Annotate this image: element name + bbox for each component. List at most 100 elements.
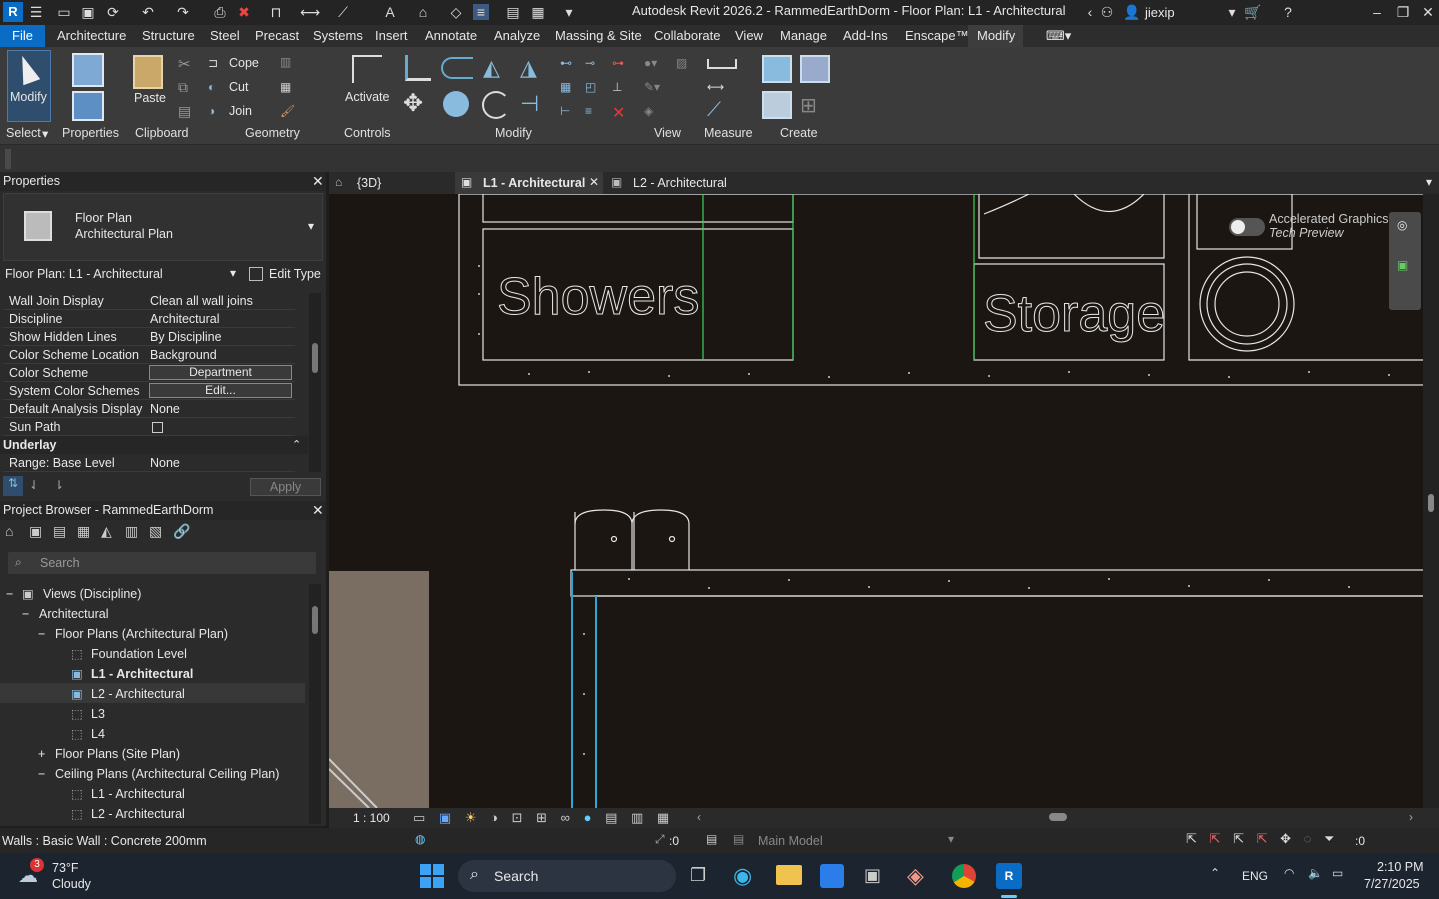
select-chevron-icon[interactable]: ▾ [42,126,48,141]
paint-icon[interactable]: 🖌 [280,104,295,118]
view-tab-3d[interactable]: ⌂ {3D} [329,172,454,194]
tree-node-ceiling-l1[interactable]: L1 - Architectural [91,787,185,801]
groups-icon[interactable]: ▥ [125,523,138,540]
tree-node-foundation[interactable]: Foundation Level [91,647,187,661]
rotate-icon[interactable] [482,91,510,119]
apply-button[interactable]: Apply [250,478,321,496]
close-windows-icon[interactable]: ▤ [505,4,521,20]
taskbar-search[interactable]: ⌕ Search [458,860,676,892]
shadows-icon[interactable]: ◑ [490,810,498,825]
tab-view[interactable]: View [735,28,763,43]
tab-precast[interactable]: Precast [255,28,299,43]
view-tab-l1-active[interactable]: ▣ L1 - Architectural ✕ [455,172,603,194]
language-indicator[interactable]: ENG [1242,869,1268,883]
properties-icon-2[interactable] [72,91,104,121]
properties-close-icon[interactable]: ✕ [312,173,324,190]
trim-icon[interactable]: ⊣ [520,91,539,117]
tree-node-floor-plans[interactable]: Floor Plans (Architectural Plan) [55,627,228,641]
background-process-icon[interactable]: ◌ [1304,831,1312,846]
switch-windows-icon[interactable]: ▦ [530,4,546,20]
browser-scrollbar[interactable] [309,584,321,824]
detail-level-icon[interactable]: ▭ [413,810,425,825]
tree-node-l3[interactable]: L3 [91,707,105,721]
sheets-icon[interactable]: ▤ [53,523,66,540]
measure-tool-icon[interactable] [707,59,737,69]
prop-value[interactable]: By Discipline [150,330,222,344]
schedules-icon[interactable]: ▦ [77,523,90,540]
copilot-icon[interactable]: ◈ [907,863,924,889]
edit-type-button[interactable]: Edit Type [269,267,321,281]
properties-scrollbar[interactable] [309,293,321,472]
system-color-edit-button[interactable]: Edit... [149,383,292,398]
chevron-down-icon[interactable]: ▾ [1224,4,1240,20]
tab-analyze[interactable]: Analyze [494,28,540,43]
tab-manage[interactable]: Manage [780,28,827,43]
prop-value[interactable]: Background [150,348,217,362]
sync-icon[interactable]: ⟳ [105,4,121,20]
user-name[interactable]: jiexip [1145,5,1175,20]
zoom-icon[interactable]: ▣ [1397,258,1408,272]
tab-close-icon[interactable]: ✕ [589,175,599,189]
text-icon[interactable]: A [382,4,398,20]
paste-label[interactable]: Paste [134,91,166,105]
filter-icon[interactable]: ⏷ [1324,831,1334,846]
worksharing-icon[interactable]: ▤ [605,810,617,825]
tab-structure[interactable]: Structure [142,28,195,43]
paste-icon[interactable] [133,55,163,89]
tab-massing-site[interactable]: Massing & Site [555,28,642,43]
tag-icon[interactable]: ⟋ [335,4,351,20]
default-3d-icon[interactable]: ⌂ [415,4,431,20]
crop-region-icon[interactable]: ⊞ [536,810,547,825]
activate-label[interactable]: Activate [345,90,389,104]
customize-qat-icon[interactable]: ▾ [561,4,577,20]
file-explorer-icon[interactable] [776,865,802,885]
help-icon[interactable]: ? [1280,4,1296,20]
model-selector[interactable]: Main Model [758,834,823,848]
tab-collaborate[interactable]: Collaborate [654,28,721,43]
select-underlay-icon[interactable]: ⇱ [1210,831,1221,846]
delete-icon[interactable]: ✕ [612,103,625,123]
tree-node-l1-active[interactable]: L1 - Architectural [91,667,193,681]
home-icon[interactable]: ⌂ [5,523,13,539]
design-options-icon[interactable]: ▤ [706,832,717,846]
h-scroll-thumb[interactable] [1049,813,1067,821]
section-icon[interactable]: ◇ [448,4,464,20]
trim-single-icon[interactable]: ⊢ [560,104,570,118]
type-selector[interactable]: Floor Plan Architectural Plan ▾ [3,193,323,261]
minimize-icon[interactable]: – [1369,4,1385,20]
mirror-draw-icon[interactable]: ◮ [520,55,537,81]
binoculars-icon[interactable]: ⚇ [1099,4,1115,20]
unpin-icon[interactable]: ⊶ [612,56,624,70]
redo-icon[interactable]: ↷ [175,4,191,20]
undo-icon[interactable]: ↶ [140,4,156,20]
instance-selector[interactable]: Floor Plan: L1 - Architectural ▾ [3,265,241,283]
tab-systems[interactable]: Systems [313,28,363,43]
tabs-menu-icon[interactable]: ▾ [1426,175,1432,189]
tree-expander[interactable]: − [38,767,45,781]
browser-search[interactable]: ⌕ Search [8,552,316,574]
hide-icon[interactable]: ◈ [644,104,653,118]
highlight-icon[interactable]: ▦ [657,810,669,825]
scroll-thumb[interactable] [1428,494,1434,512]
join-button[interactable]: Join [229,104,252,118]
prop-value[interactable]: None [150,456,180,470]
visual-style-icon[interactable]: ▣ [439,810,451,825]
cope-button[interactable]: Cope [229,56,259,70]
cut-button[interactable]: Cut [229,80,248,94]
wall-joins-icon[interactable]: ▦ [280,80,291,94]
clock-date[interactable]: 7/27/2025 [1364,877,1420,891]
create-assembly-icon[interactable] [762,55,792,83]
cut-icon[interactable]: ✂ [178,55,191,73]
underlay-section[interactable]: Underlay ⌃ [0,436,308,454]
close-hidden-icon[interactable]: ✖ [236,4,252,20]
view-scale[interactable]: 1 : 100 [353,811,390,825]
drawing-canvas[interactable]: Showers Storage Accelerated Graphics Tec… [329,194,1423,808]
temporary-hide-icon[interactable]: ∞ [561,810,570,825]
chrome-icon[interactable] [952,864,976,888]
revit-logo-icon[interactable]: R [3,2,23,22]
battery-icon[interactable]: ▭ [1332,866,1343,880]
model-chevron-icon[interactable]: ▾ [948,832,954,846]
tab-insert[interactable]: Insert [375,28,408,43]
wifi-icon[interactable]: ◠ [1284,866,1294,880]
tree-node-l2[interactable]: L2 - Architectural [91,687,185,701]
